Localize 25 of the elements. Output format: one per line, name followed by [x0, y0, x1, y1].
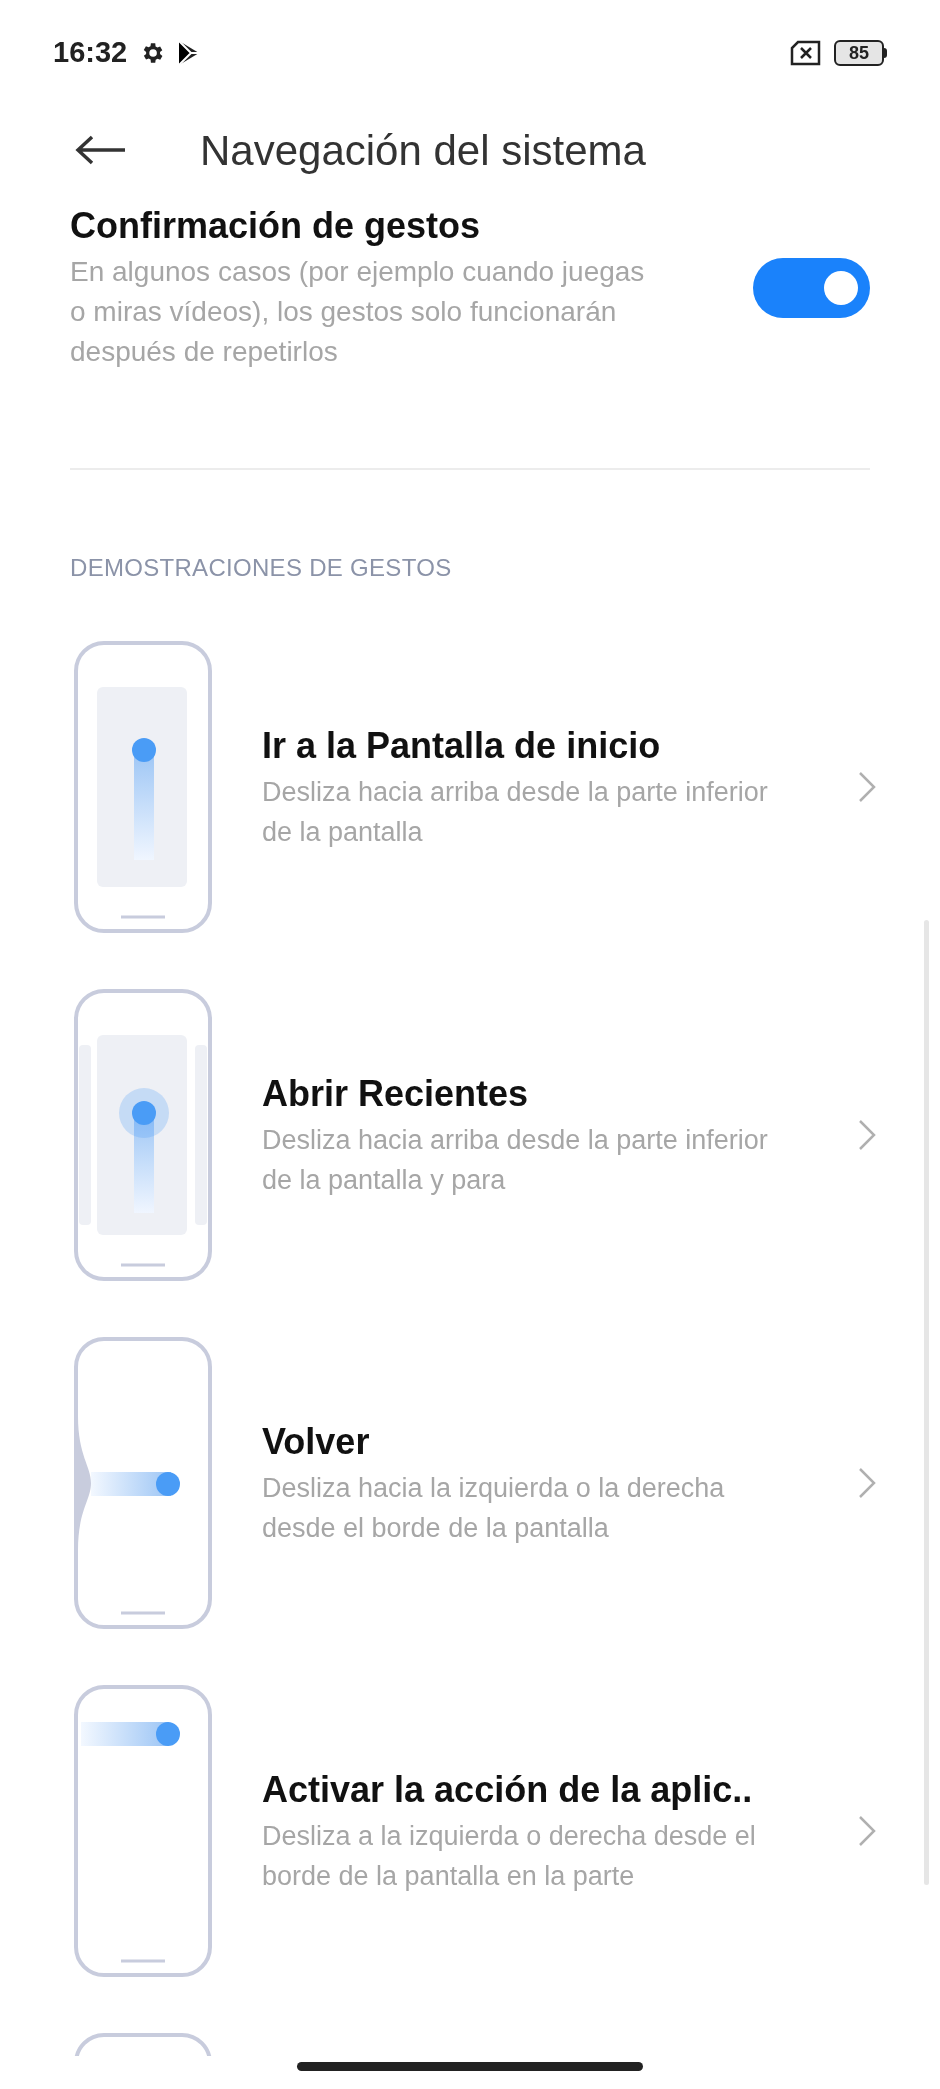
demo-title: Activar la acción de la aplic.. — [262, 1768, 754, 1812]
setting-description: En algunos casos (por ejemplo cuando juegas o miras vídeos), los gestos solo funcionarán después de repetirlos — [70, 255, 646, 369]
section-header: DEMOSTRACIONES DE GESTOS — [69, 553, 453, 583]
chevron-right-icon — [858, 771, 876, 803]
page-title: Navegación del sistema — [200, 125, 646, 176]
gesture-demo-item[interactable]: Abrir Recientes Desliza hacia arriba desde la parte inferior de la pantalla y para — [73, 988, 876, 1282]
chevron-right-icon — [858, 1467, 876, 1499]
demo-title: Volver — [262, 1420, 371, 1464]
sim-off-icon — [790, 40, 822, 66]
demo-description: Desliza hacia arriba desde la parte inferior de la pantalla — [262, 776, 769, 849]
chevron-right-icon — [858, 1815, 876, 1847]
setting-title: Confirmación de gestos — [70, 204, 482, 248]
gesture-demo-item[interactable]: Volver Desliza hacia la izquierda o la derecha desde el borde de la pantalla — [73, 1336, 876, 1630]
chevron-right-icon — [858, 1119, 876, 1151]
toggle-switch[interactable] — [753, 258, 870, 318]
gesture-demo-item[interactable]: Ir a la Pantalla de inicio Desliza hacia arriba desde la parte inferior de la pantalla — [73, 640, 876, 934]
demo-description: Desliza hacia arriba desde la parte inferior de la pantalla y para — [262, 1124, 769, 1197]
demo-description: Desliza a la izquierda o derecha desde el borde de la pantalla en la parte — [262, 1820, 757, 1893]
clock-time: 16:32 — [53, 35, 128, 71]
battery-icon: 85 — [834, 40, 884, 66]
demo-title: Abrir Recientes — [262, 1072, 530, 1116]
demo-title: Ir a la Pantalla de inicio — [262, 724, 662, 768]
gesture-demo-item[interactable]: Activar la acción de la aplic.. Desliza a la izquierda o derecha desde el borde de la pantalla en la parte — [73, 1684, 876, 1978]
play-store-icon — [177, 40, 202, 66]
demo-description: Desliza hacia la izquierda o la derecha desde el borde de la pantalla — [262, 1472, 726, 1545]
